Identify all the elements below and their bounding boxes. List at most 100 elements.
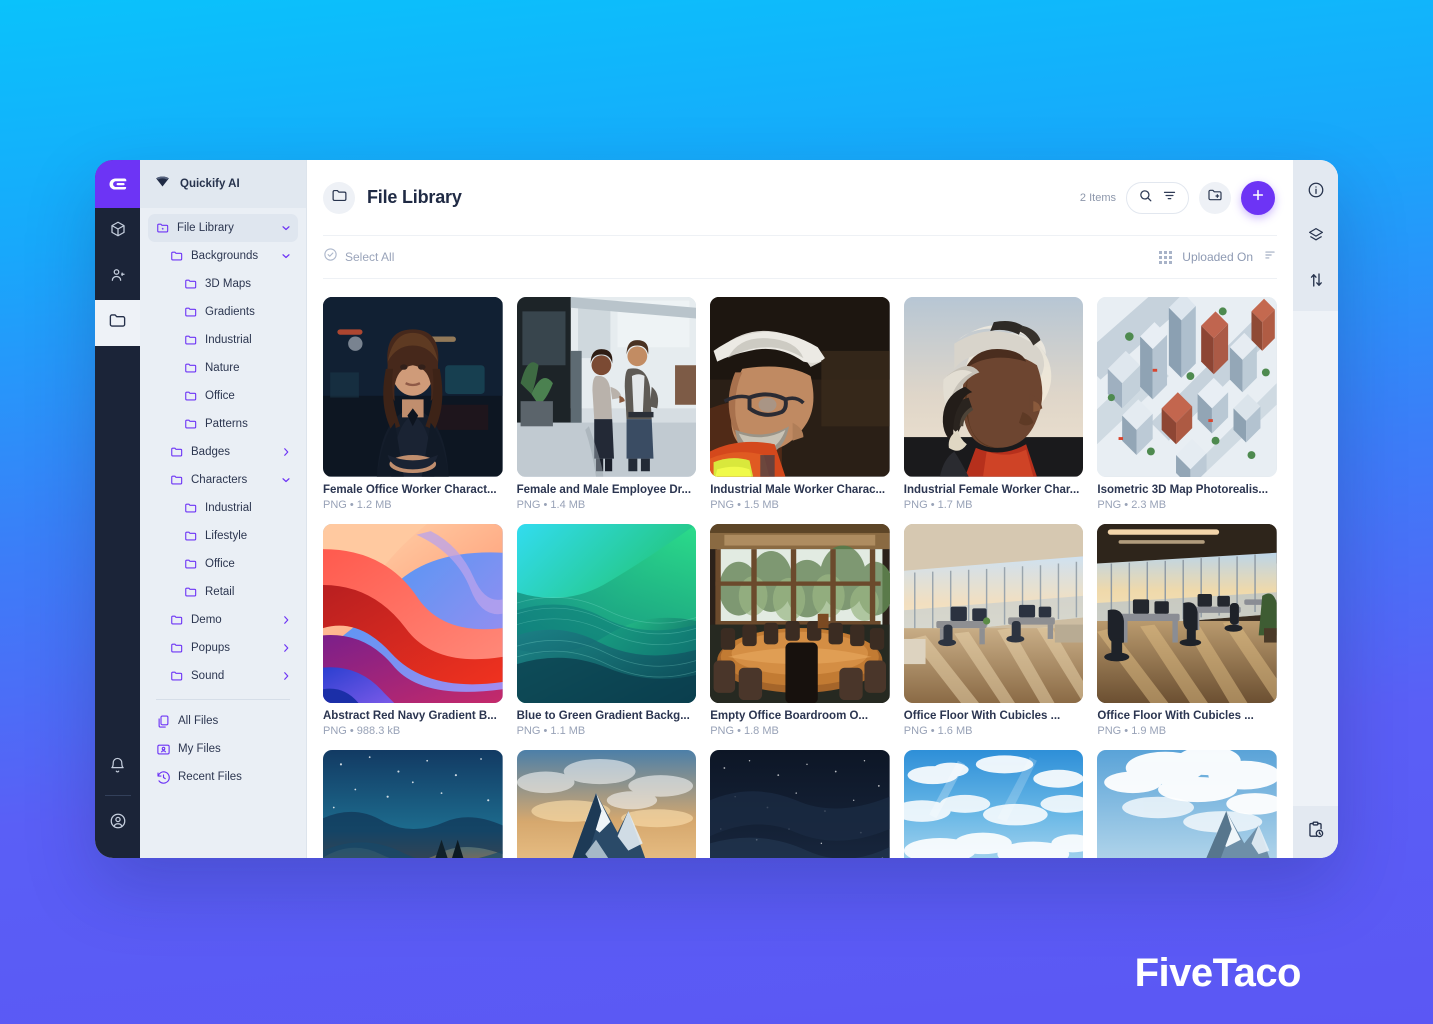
item-count: 2 Items (1079, 191, 1116, 204)
sidebar-link-all-files[interactable]: All Files (148, 707, 298, 735)
file-thumbnail[interactable] (903, 750, 1084, 858)
file-thumbnail[interactable] (710, 523, 890, 704)
folder-icon (184, 585, 198, 599)
file-thumbnail[interactable] (1097, 750, 1277, 858)
rail-item-people[interactable] (95, 254, 140, 300)
file-card[interactable] (710, 750, 890, 858)
file-card[interactable]: Blue to Green Gradient Backg... PNG • 1.1… (516, 523, 697, 738)
sidebar-tree-item-patterns[interactable]: Patterns (148, 410, 298, 438)
rail-item-folder[interactable] (95, 300, 140, 346)
sidebar-brand[interactable]: Quickify AI (140, 160, 306, 208)
sidebar-tree-item-characters[interactable]: Characters (148, 466, 298, 494)
chevron-down-icon[interactable] (280, 250, 292, 262)
check-circle-icon (323, 247, 338, 267)
sidebar-tree-item-industrial[interactable]: Industrial (148, 326, 298, 354)
plus-icon (1250, 187, 1266, 208)
file-thumbnail[interactable] (323, 523, 503, 704)
sort-descending-icon[interactable] (1263, 248, 1277, 267)
rail-item-cube[interactable] (95, 208, 140, 254)
file-thumbnail[interactable] (1097, 523, 1277, 704)
sidebar-tree-item-retail[interactable]: Retail (148, 578, 298, 606)
file-thumbnail[interactable] (903, 523, 1084, 704)
sidebar-link-recent-files[interactable]: Recent Files (148, 763, 298, 791)
file-card[interactable]: Isometric 3D Map Photorealis... PNG • 2.3… (1097, 297, 1277, 511)
file-card[interactable]: Abstract Red Navy Gradient B... PNG • 988… (323, 523, 503, 738)
sidebar-divider (156, 699, 290, 700)
file-card[interactable]: Office Floor With Cubicles ... PNG • 1.6 … (903, 523, 1084, 738)
file-thumbnail[interactable] (710, 297, 890, 477)
folder-icon (184, 529, 198, 543)
file-card[interactable] (1097, 750, 1277, 858)
app-logo[interactable] (95, 160, 140, 208)
sidebar-tree-item-3d-maps[interactable]: 3D Maps (148, 270, 298, 298)
sidebar-tree-item-office[interactable]: Office (148, 550, 298, 578)
file-card[interactable]: Empty Office Boardroom O... PNG • 1.8 MB (710, 523, 890, 737)
new-folder-button[interactable] (1199, 181, 1231, 214)
history-clock-icon (156, 770, 171, 785)
file-card[interactable] (516, 750, 697, 858)
file-card[interactable] (323, 750, 503, 858)
search-icon[interactable] (1138, 188, 1153, 208)
file-card[interactable]: Industrial Female Worker Char... PNG • 1.… (903, 297, 1084, 511)
grid-view-icon[interactable] (1159, 250, 1173, 264)
add-button[interactable] (1241, 180, 1275, 215)
chevron-right-icon[interactable] (280, 670, 292, 682)
file-name: Isometric 3D Map Photorealis... (1097, 483, 1269, 496)
view-sort-controls: Uploaded On (1159, 248, 1277, 267)
chevron-right-icon[interactable] (280, 614, 292, 626)
file-thumbnail[interactable] (323, 297, 503, 477)
sidebar-tree-item-file-library[interactable]: File Library (148, 214, 298, 242)
folder-icon (184, 389, 198, 403)
chevron-down-icon[interactable] (280, 222, 292, 234)
file-meta: PNG • 1.4 MB (516, 498, 586, 511)
folder-icon (184, 305, 198, 319)
file-card[interactable]: Office Floor With Cubicles ... PNG • 1.9 … (1097, 523, 1277, 737)
sidebar-tree-item-backgrounds[interactable]: Backgrounds (148, 242, 298, 270)
sidebar-link-my-files[interactable]: My Files (148, 735, 298, 763)
clipboard-clock-icon (1306, 820, 1325, 844)
folder-icon (170, 641, 184, 655)
file-name: Abstract Red Navy Gradient B... (323, 710, 497, 723)
right-rail-item-sort[interactable] (1293, 260, 1338, 305)
right-rail (1293, 160, 1338, 858)
sidebar-tree-item-popups[interactable]: Popups (148, 634, 298, 662)
select-all-control[interactable]: Select All (323, 247, 394, 267)
right-rail-activity-button[interactable] (1293, 806, 1338, 858)
chevron-right-icon[interactable] (280, 642, 292, 654)
sidebar-tree-item-sound[interactable]: Sound (148, 662, 298, 690)
file-thumbnail[interactable] (323, 750, 503, 858)
right-rail-item-info[interactable] (1293, 170, 1338, 215)
file-thumbnail[interactable] (516, 750, 697, 858)
file-card[interactable]: Industrial Male Worker Charac... PNG • 1.… (710, 297, 890, 511)
right-rail-item-layers[interactable] (1293, 215, 1338, 260)
sidebar-tree-item-label: Industrial (205, 502, 252, 514)
sort-label[interactable]: Uploaded On (1182, 250, 1253, 264)
filter-icon[interactable] (1162, 188, 1177, 208)
file-thumbnail[interactable] (516, 523, 697, 704)
file-thumbnail[interactable] (1097, 297, 1277, 477)
rail-item-notifications[interactable] (95, 745, 140, 791)
file-card[interactable] (903, 750, 1084, 858)
file-thumbnail[interactable] (516, 297, 697, 477)
file-thumbnail[interactable] (903, 297, 1084, 477)
file-name: Empty Office Boardroom O... (710, 710, 869, 723)
sidebar-tree-item-industrial[interactable]: Industrial (148, 494, 298, 522)
chevron-right-icon[interactable] (280, 446, 292, 458)
sidebar-tree-item-lifestyle[interactable]: Lifestyle (148, 522, 298, 550)
sidebar-tree-item-demo[interactable]: Demo (148, 606, 298, 634)
sidebar-tree-item-label: Backgrounds (191, 250, 259, 262)
sidebar-tree-item-office[interactable]: Office (148, 382, 298, 410)
sidebar-tree-item-nature[interactable]: Nature (148, 354, 298, 382)
file-card[interactable]: Female and Male Employee Dr... PNG • 1.4 … (516, 297, 697, 511)
layers-icon (1307, 226, 1325, 249)
sidebar-tree-item-gradients[interactable]: Gradients (148, 298, 298, 326)
rail-item-account[interactable] (95, 800, 140, 846)
search-filter-pill[interactable] (1126, 181, 1189, 214)
sidebar-tree-item-badges[interactable]: Badges (148, 438, 298, 466)
file-card[interactable]: Female Office Worker Charact... PNG • 1.2… (323, 297, 503, 511)
chevron-down-icon[interactable] (280, 474, 292, 486)
sidebar-tree-item-label: Retail (205, 586, 235, 598)
file-thumbnail[interactable] (710, 750, 890, 858)
right-rail-top (1293, 170, 1338, 311)
file-name: Industrial Male Worker Charac... (710, 483, 886, 496)
